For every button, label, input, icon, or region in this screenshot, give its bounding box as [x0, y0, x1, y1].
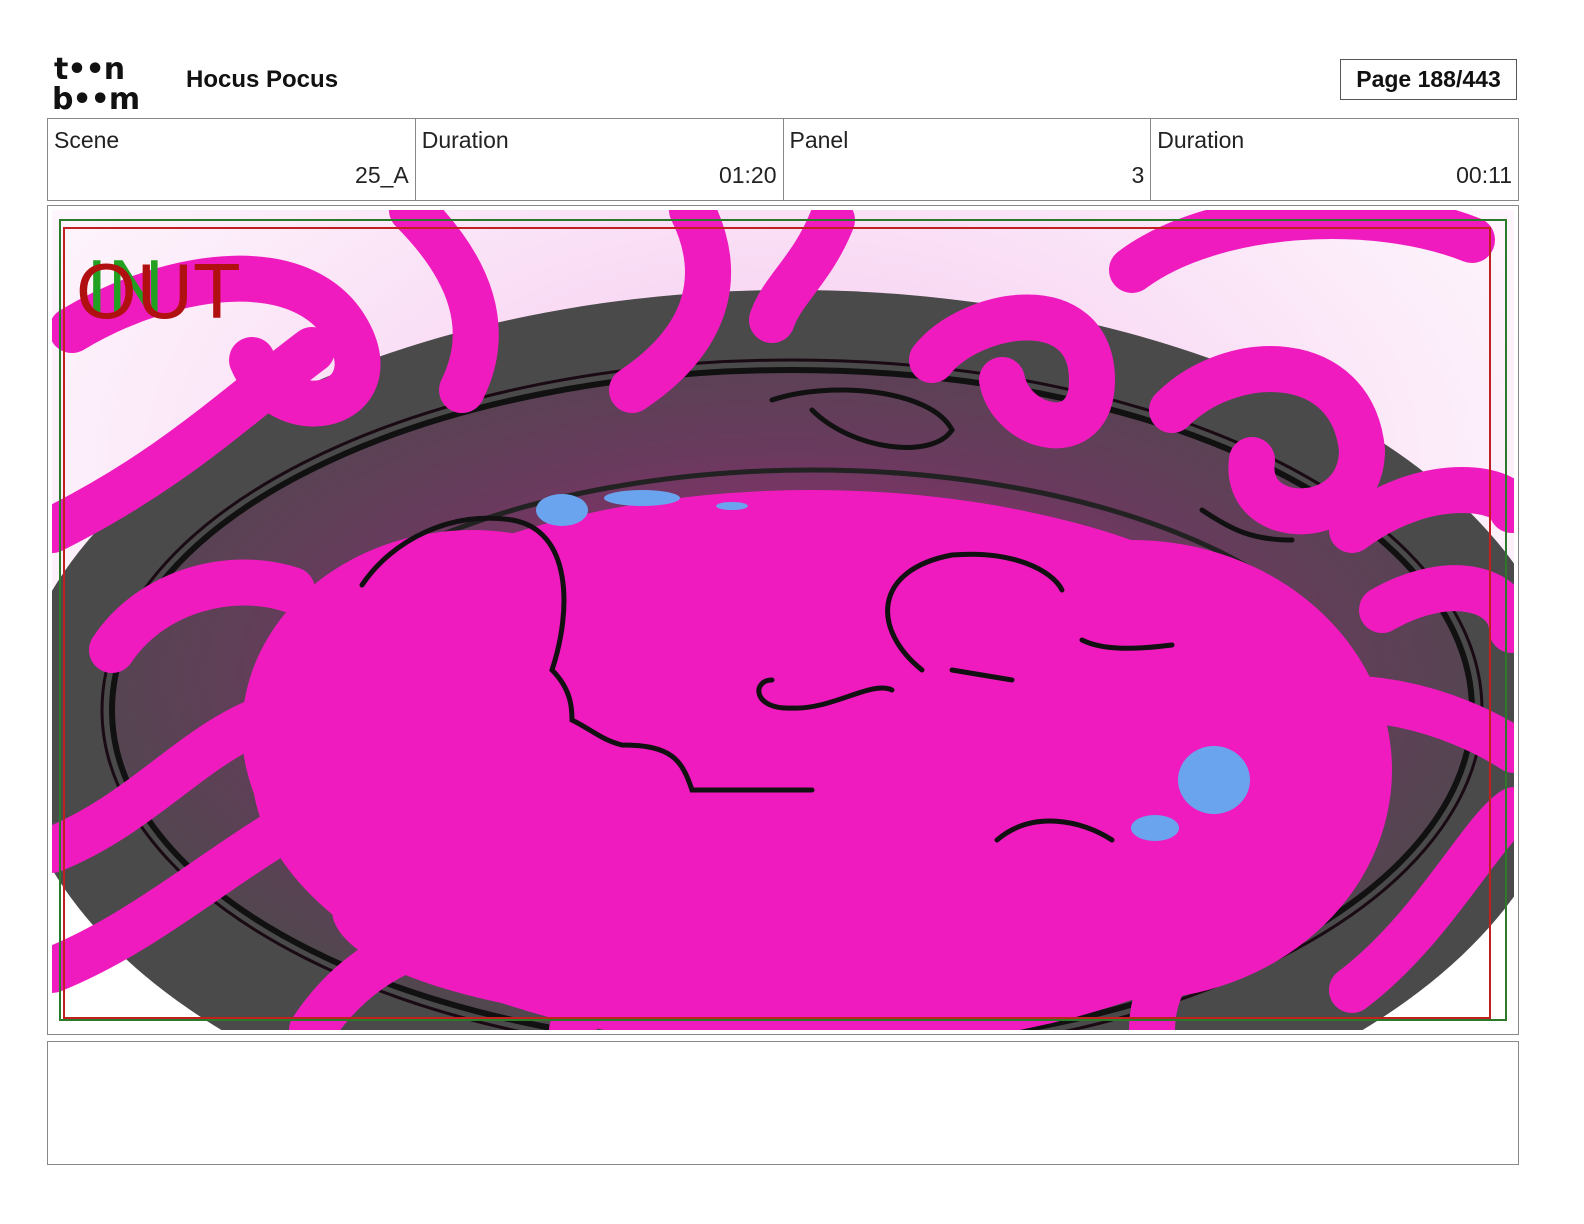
scene-value: 25_A	[355, 162, 409, 188]
out-marker: OUT	[76, 247, 241, 335]
scene-duration-cell: Duration 01:20	[416, 119, 784, 200]
panel-artwork: IN OUT	[52, 210, 1514, 1030]
project-title: Hocus Pocus	[186, 66, 339, 93]
panel-duration-cell: Duration 00:11	[1151, 119, 1518, 200]
panel-info-table: Scene 25_A Duration 01:20 Panel 3 Durati…	[47, 118, 1519, 201]
logo-line-2: b••m	[52, 82, 139, 112]
panel-label: Panel	[789, 127, 849, 153]
panel-value: 3	[1131, 162, 1145, 188]
panel-notes-box	[47, 1041, 1519, 1165]
storyboard-panel: IN OUT	[47, 205, 1519, 1035]
scene-duration-label: Duration	[421, 127, 509, 153]
toonboom-logo: t••n b••m	[52, 52, 140, 112]
panel-cell: Panel 3	[784, 119, 1152, 200]
scene-duration-value: 01:20	[718, 162, 777, 188]
page-indicator: Page 188/443	[1340, 59, 1517, 100]
scene-cell: Scene 25_A	[48, 119, 416, 200]
panel-duration-label: Duration	[1157, 127, 1245, 153]
panel-duration-value: 00:11	[1456, 162, 1512, 188]
scene-label: Scene	[54, 127, 120, 153]
